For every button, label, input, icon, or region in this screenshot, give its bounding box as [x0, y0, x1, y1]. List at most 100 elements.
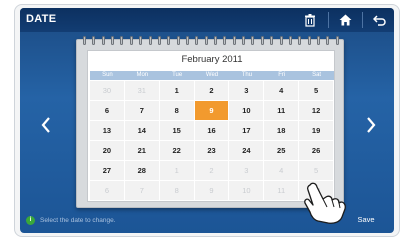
- other-month-day-cell: 31: [124, 81, 160, 101]
- day-cell[interactable]: 4: [264, 81, 300, 101]
- header-bar: DATE: [20, 8, 394, 32]
- binder-ring: [214, 36, 218, 45]
- binder-ring: [204, 36, 208, 45]
- day-cell[interactable]: 14: [124, 121, 160, 141]
- chevron-right-icon: [367, 117, 376, 133]
- day-cell[interactable]: 11: [264, 101, 300, 121]
- binder-ring: [326, 36, 330, 45]
- binder-ring: [92, 36, 96, 45]
- day-cell[interactable]: 1: [159, 81, 195, 101]
- save-button[interactable]: Save: [344, 213, 388, 227]
- prev-month-button[interactable]: [38, 112, 54, 138]
- header-divider: [362, 12, 363, 28]
- other-month-day-cell: 2: [194, 161, 230, 181]
- calendar-week-row: 20 21 22 23 24 25 26: [90, 141, 335, 161]
- day-cell[interactable]: 22: [159, 141, 195, 161]
- other-month-day-cell: 5: [299, 161, 335, 181]
- pointing-hand-icon: [304, 182, 346, 224]
- app-screen: DATE February 2011 Sun Mon Tue Wed Thu F…: [20, 8, 394, 233]
- calendar-week-row: 30 31 1 2 3 4 5: [90, 81, 335, 101]
- weekday-label: Sun: [102, 72, 113, 78]
- binder-ring: [251, 36, 255, 45]
- binder-ring: [157, 36, 161, 45]
- status-hint: i Select the date to change.: [26, 216, 116, 225]
- day-cell[interactable]: 8: [159, 101, 195, 121]
- day-cell[interactable]: 2: [194, 81, 230, 101]
- day-cell[interactable]: 13: [90, 121, 125, 141]
- other-month-day-cell: 10: [229, 181, 265, 201]
- day-cell[interactable]: 12: [299, 101, 335, 121]
- hint-text: Select the date to change.: [40, 217, 116, 224]
- binder-ring: [185, 36, 189, 45]
- binder-ring: [120, 36, 124, 45]
- day-cell[interactable]: 5: [299, 81, 335, 101]
- binder-ring: [223, 36, 227, 45]
- weekday-label: Thu: [241, 72, 253, 78]
- day-cell[interactable]: 18: [264, 121, 300, 141]
- day-cell[interactable]: 19: [299, 121, 335, 141]
- binder-ring: [279, 36, 283, 45]
- day-cell[interactable]: 15: [159, 121, 195, 141]
- binder-ring: [176, 36, 180, 45]
- home-icon[interactable]: [336, 11, 354, 29]
- binder-ring: [307, 36, 311, 45]
- day-cell[interactable]: 26: [299, 141, 335, 161]
- binder-ring: [242, 36, 246, 45]
- other-month-day-cell: 8: [159, 181, 195, 201]
- day-cell[interactable]: 7: [124, 101, 160, 121]
- binder-ring: [167, 36, 171, 45]
- binder-ring: [316, 36, 320, 45]
- binder-rings: [83, 36, 339, 46]
- info-icon: i: [26, 216, 35, 225]
- calendar-week-row: 6789101112: [90, 101, 335, 121]
- chevron-left-icon: [41, 117, 50, 133]
- other-month-day-cell: 7: [124, 181, 160, 201]
- other-month-day-cell: 4: [264, 161, 300, 181]
- day-cell[interactable]: 25: [264, 141, 300, 161]
- other-month-day-cell: 3: [229, 161, 265, 181]
- weekday-label: Sat: [312, 72, 322, 78]
- binder-ring: [260, 36, 264, 45]
- binder-ring: [232, 36, 236, 45]
- next-month-button[interactable]: [363, 112, 379, 138]
- page-title: DATE: [26, 13, 57, 25]
- selected-day-cell[interactable]: 9: [194, 101, 230, 121]
- calendar-week-row: 27 28 1 2 3 4 5: [90, 161, 335, 181]
- day-cell[interactable]: 6: [90, 101, 125, 121]
- other-month-day-cell: 9: [194, 181, 230, 201]
- binder-ring: [111, 36, 115, 45]
- day-cell[interactable]: 27: [90, 161, 125, 181]
- calendar-week-row: 13 14 15 16 17 18 19: [90, 121, 335, 141]
- binder-ring: [335, 36, 339, 45]
- other-month-day-cell: 6: [90, 181, 125, 201]
- day-cell[interactable]: 10: [229, 101, 265, 121]
- binder-ring: [195, 36, 199, 45]
- weekday-label: Fri: [278, 72, 286, 78]
- binder-ring: [139, 36, 143, 45]
- binder-ring: [288, 36, 292, 45]
- day-cell[interactable]: 28: [124, 161, 160, 181]
- day-cell[interactable]: 3: [229, 81, 265, 101]
- other-month-day-cell: 30: [90, 81, 125, 101]
- binder-ring: [129, 36, 133, 45]
- day-cell[interactable]: 16: [194, 121, 230, 141]
- day-cell[interactable]: 20: [90, 141, 125, 161]
- calendar-sheet: February 2011 Sun Mon Tue Wed Thu Fri Sat 30 31…: [87, 50, 335, 202]
- weekday-label: Tue: [172, 72, 183, 78]
- day-cell[interactable]: 24: [229, 141, 265, 161]
- weekday-label: Wed: [205, 72, 219, 78]
- binder-ring: [298, 36, 302, 45]
- day-cell[interactable]: 21: [124, 141, 160, 161]
- trash-icon[interactable]: [301, 11, 319, 29]
- weekday-header: Sun Mon Tue Wed Thu Fri Sat: [90, 71, 334, 80]
- day-cell[interactable]: 17: [229, 121, 265, 141]
- month-label: February 2011: [181, 54, 243, 65]
- weekday-label: Mon: [136, 72, 149, 78]
- day-cell[interactable]: 23: [194, 141, 230, 161]
- binder-ring: [148, 36, 152, 45]
- binder-ring: [101, 36, 105, 45]
- header-divider: [328, 12, 329, 28]
- binder-ring: [83, 36, 86, 45]
- binder-ring: [270, 36, 274, 45]
- back-icon[interactable]: [370, 11, 388, 29]
